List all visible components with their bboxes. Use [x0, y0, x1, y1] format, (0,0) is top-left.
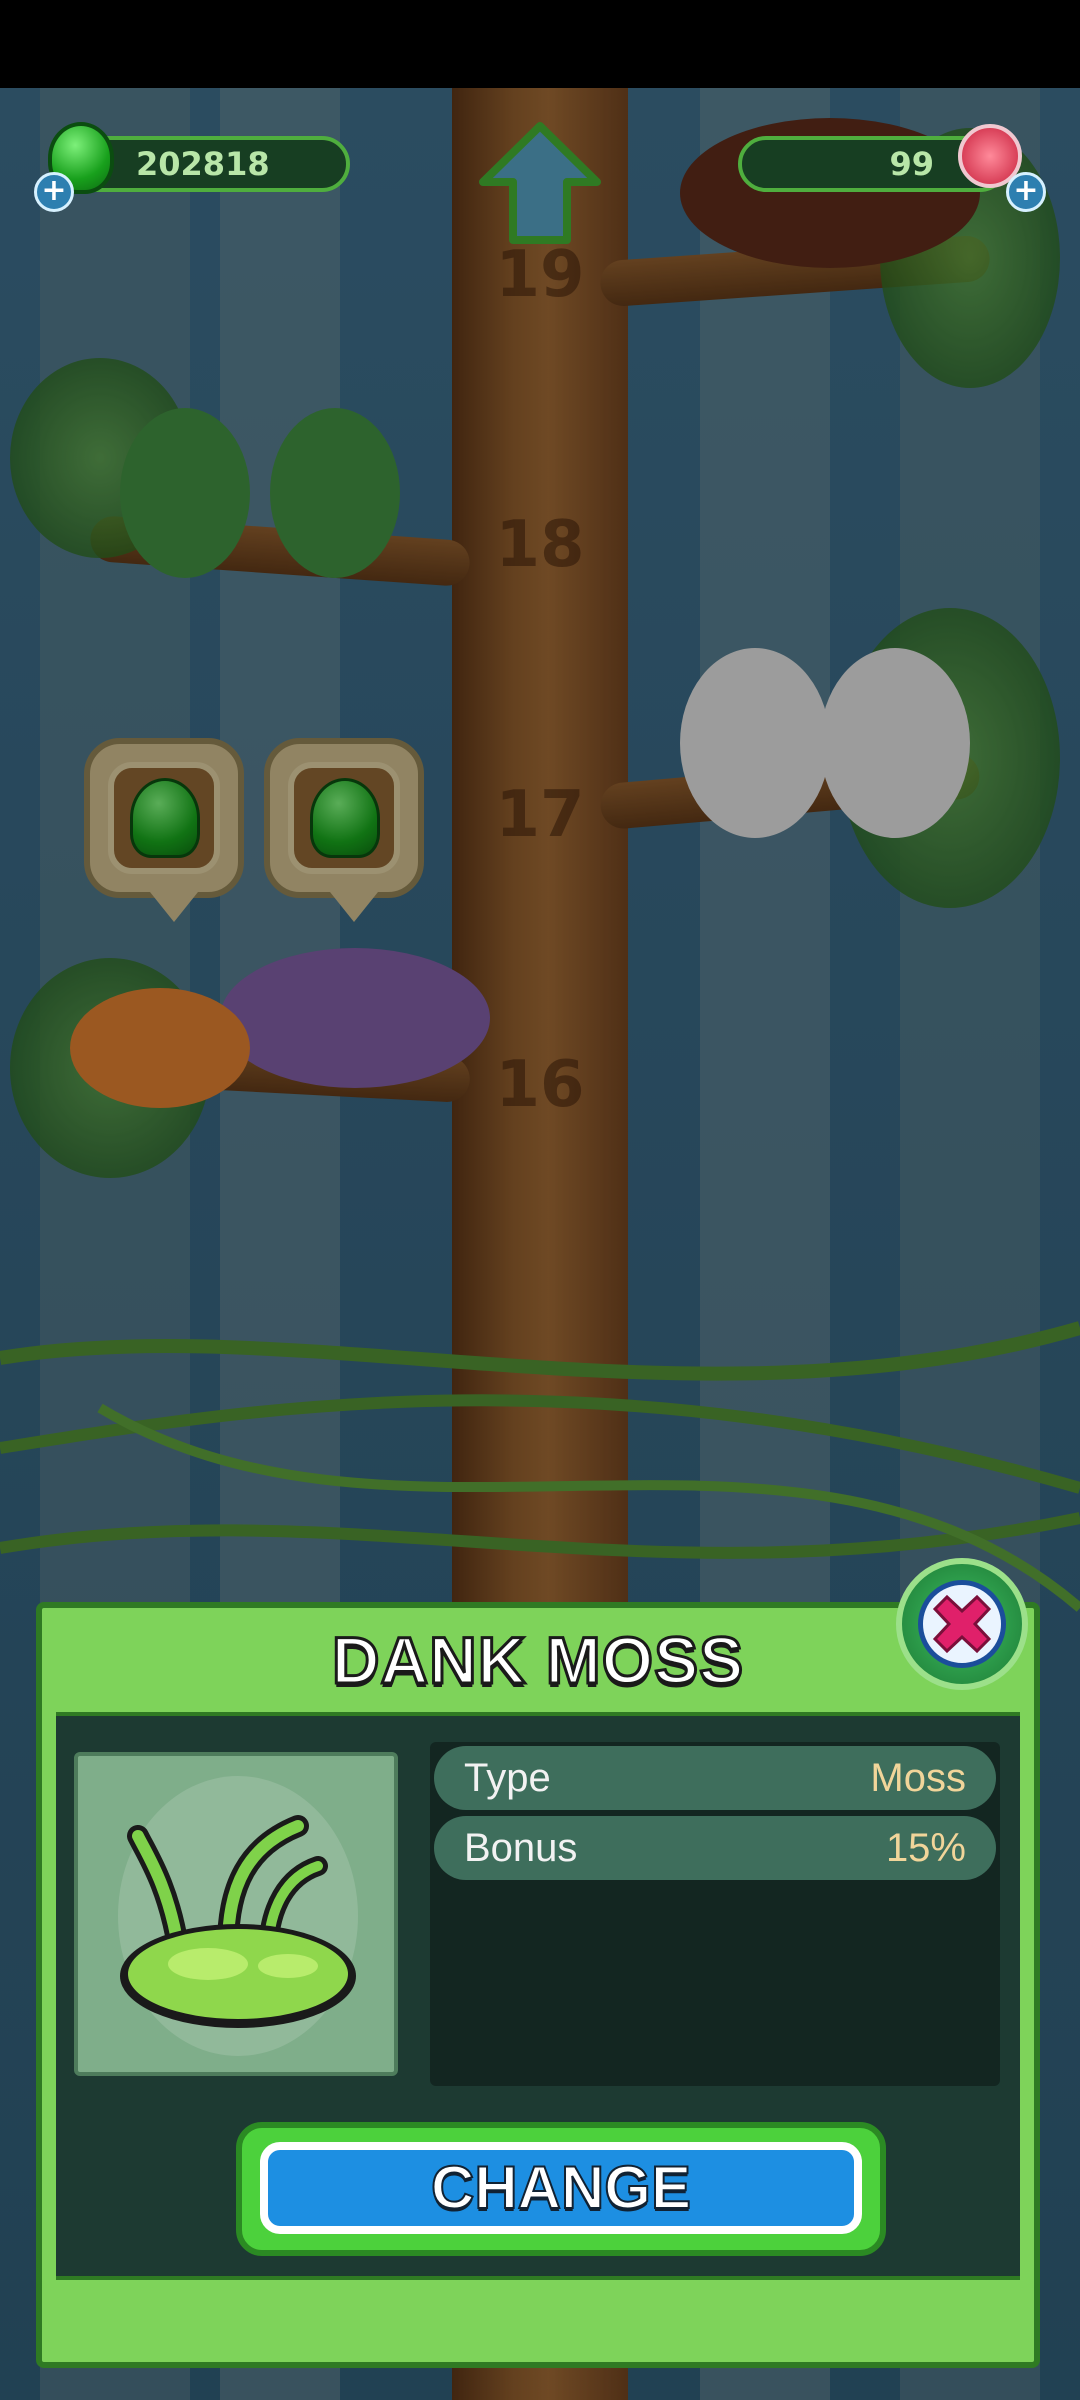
stat-row-bonus: Bonus 15% — [434, 1816, 996, 1880]
item-dialog: DANK MOSS Type Moss Bonus 15% CHANGE — [36, 1602, 1040, 2368]
dialog-title: DANK MOSS — [330, 1622, 745, 1699]
plus-icon[interactable]: + — [34, 172, 74, 212]
moss-icon — [120, 1815, 356, 2028]
stats-panel: Type Moss Bonus 15% — [430, 1742, 1000, 2086]
change-button[interactable]: CHANGE — [236, 2122, 886, 2256]
stat-row-type: Type Moss — [434, 1746, 996, 1810]
item-preview — [74, 1752, 398, 2076]
close-button[interactable] — [896, 1558, 1028, 1690]
stat-label: Type — [464, 1756, 551, 1800]
green-currency-value: 202818 — [136, 145, 270, 183]
dialog-body: Type Moss Bonus 15% CHANGE — [56, 1712, 1020, 2280]
stat-value: 15% — [885, 1826, 966, 1870]
stat-label: Bonus — [464, 1826, 578, 1870]
up-arrow-icon[interactable] — [475, 118, 605, 248]
status-bar — [0, 0, 1080, 88]
change-button-label: CHANGE — [260, 2142, 862, 2234]
plus-icon[interactable]: + — [1006, 172, 1046, 212]
stat-value: Moss — [870, 1756, 966, 1800]
gem-currency-value: 99 — [889, 145, 934, 183]
close-icon — [932, 1594, 992, 1654]
